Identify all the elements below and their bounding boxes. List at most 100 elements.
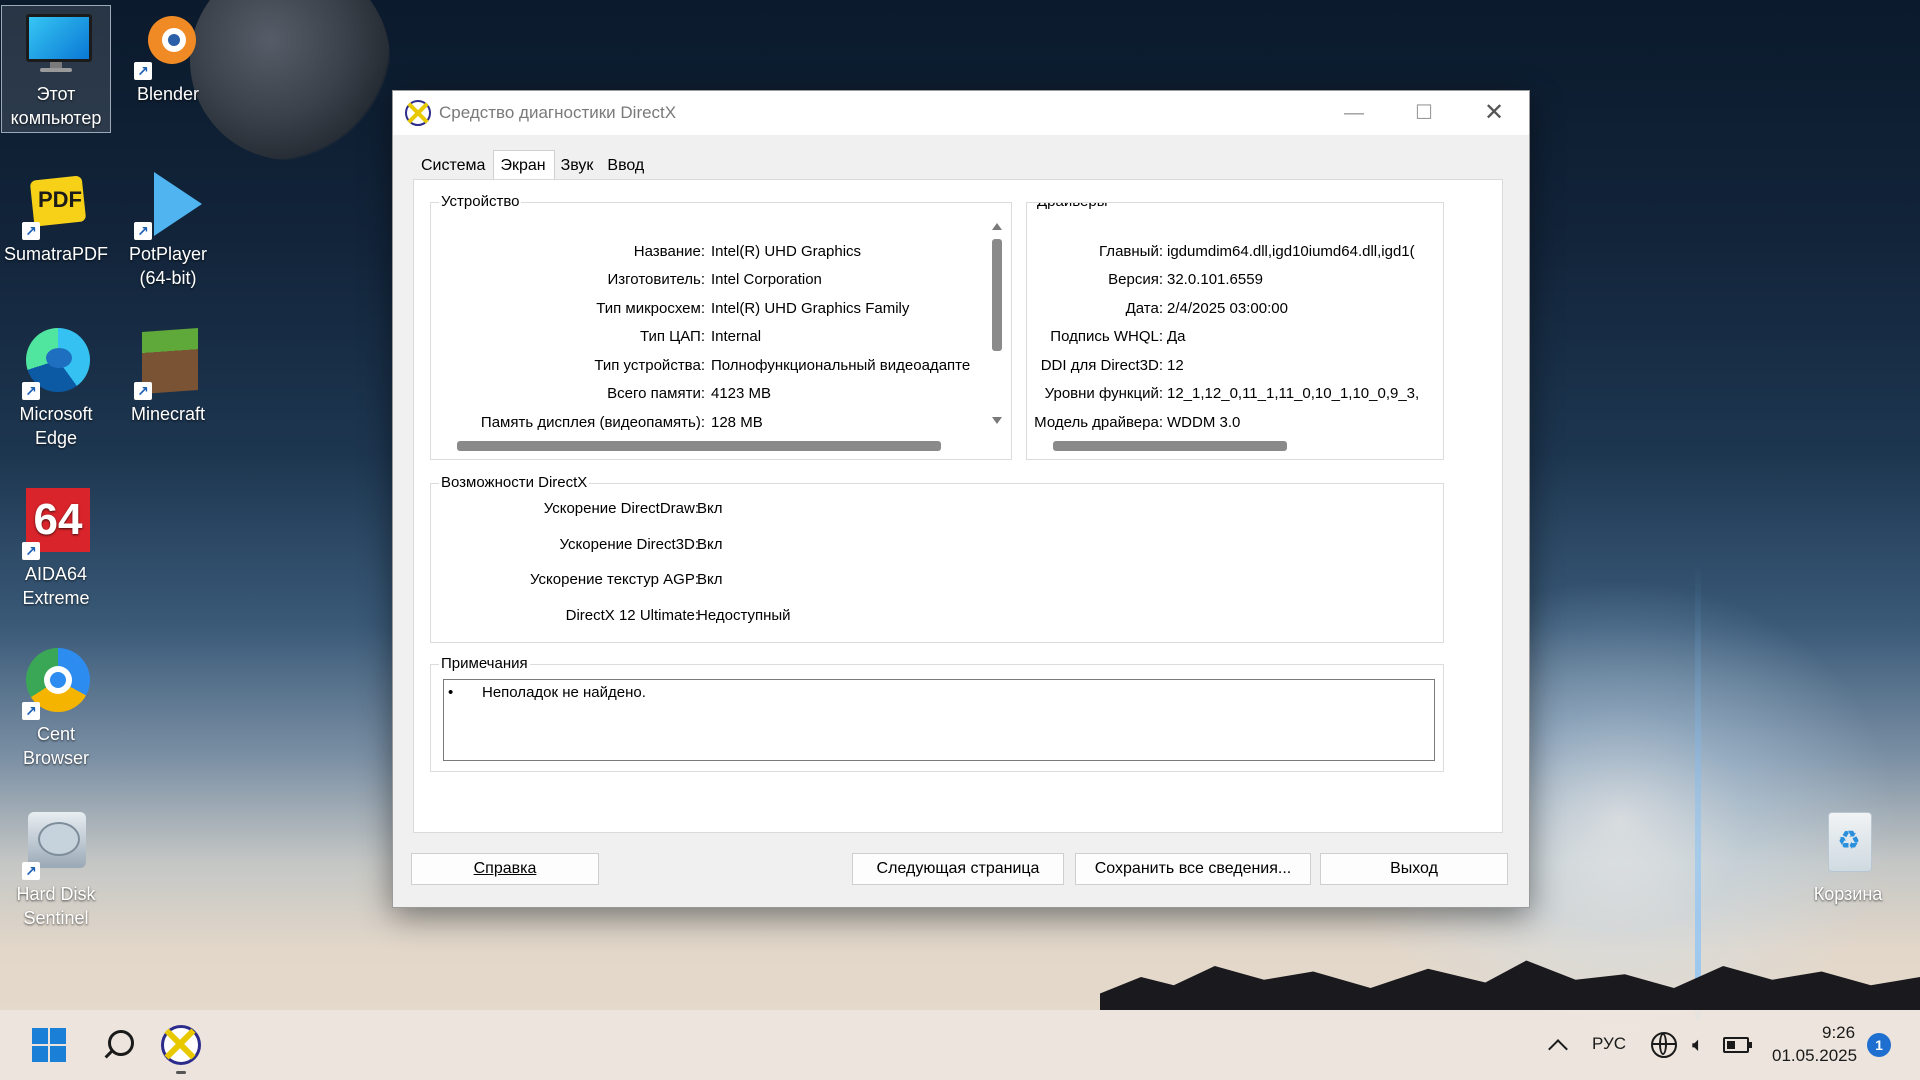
- desktop-icon-label: Microsoft Edge: [19, 404, 93, 448]
- driver-row: DDI для Direct3D: 12: [1027, 357, 1443, 381]
- device-row-label: Тип ЦАП:: [639, 328, 705, 345]
- device-horizontal-scroll-thumb[interactable]: [457, 441, 941, 451]
- driver-row-label: Дата:: [1125, 300, 1163, 317]
- running-indicator: [176, 1071, 186, 1074]
- tab-sound[interactable]: Звук: [555, 153, 602, 179]
- shortcut-arrow-icon: ↗: [134, 222, 152, 240]
- input-language-indicator[interactable]: РУС: [1592, 1034, 1626, 1054]
- windows-logo-icon: [32, 1028, 66, 1062]
- feature-row: Ускорение Direct3D: Вкл: [431, 536, 1031, 560]
- tab-system[interactable]: Система: [415, 153, 493, 179]
- driver-row: Подпись WHQL: Да: [1027, 328, 1443, 352]
- shortcut-arrow-icon: ↗: [22, 702, 40, 720]
- feature-row-value: Вкл: [697, 536, 723, 553]
- device-row-label: Всего памяти:: [607, 385, 705, 402]
- minimize-button[interactable]: —: [1319, 91, 1389, 135]
- desktop-icon-aida64[interactable]: 64 ↗ AIDA64 Extreme: [2, 486, 110, 610]
- shortcut-arrow-icon: ↗: [22, 862, 40, 880]
- scroll-up-arrow-icon[interactable]: [992, 223, 1002, 230]
- taskbar-app-dxdiag[interactable]: [158, 1010, 204, 1080]
- show-hidden-icons-button[interactable]: [1540, 1010, 1576, 1080]
- desktop-icon-label: Minecraft: [130, 404, 206, 424]
- tab-display[interactable]: Экран: [493, 150, 555, 179]
- desktop-icon-cent-browser[interactable]: ↗ Cent Browser: [2, 646, 110, 770]
- driver-row-label: Модель драйвера:: [1034, 414, 1163, 431]
- device-row-value: 4123 MB: [711, 385, 772, 402]
- next-page-button[interactable]: Следующая страница: [852, 853, 1064, 885]
- scroll-thumb[interactable]: [992, 239, 1002, 351]
- exit-button[interactable]: Выход: [1320, 853, 1508, 885]
- feature-row: Ускорение текстур AGP: Вкл: [431, 571, 1031, 595]
- search-icon: [102, 1030, 134, 1060]
- desktop-icon-recycle-bin[interactable]: ♻ Корзина: [1794, 806, 1902, 906]
- desktop-icon-label: Hard Disk Sentinel: [16, 884, 96, 928]
- potplayer-icon: ↗: [132, 166, 204, 240]
- taskbar: РУС 🔈︎ 9:26 01.05.2025 1: [0, 1010, 1920, 1080]
- notes-bullet: •: [448, 684, 454, 701]
- device-row-value: Internal: [711, 328, 762, 345]
- clock-date[interactable]: 01.05.2025: [1772, 1046, 1857, 1066]
- driver-row-label: Версия:: [1108, 271, 1163, 288]
- shortcut-arrow-icon: ↗: [22, 382, 40, 400]
- feature-row: DirectX 12 Ultimate: Недоступный: [431, 607, 1031, 631]
- monitor-icon: [20, 6, 92, 78]
- desktop-icon-label: Этот компьютер: [10, 84, 102, 128]
- device-info-list: Название: Intel(R) UHD Graphics Изготови…: [431, 233, 991, 443]
- tab-input[interactable]: Ввод: [601, 153, 652, 179]
- notification-center-button[interactable]: 1: [1864, 1010, 1894, 1080]
- device-row: Тип микросхем: Intel(R) UHD Graphics Fam…: [431, 300, 991, 324]
- device-row: Память дисплея (видеопамять): 128 MB: [431, 414, 991, 438]
- help-button[interactable]: Справка: [411, 853, 599, 885]
- display-tab-panel: Устройство Название: Intel(R) UHD Graphi…: [413, 179, 1503, 833]
- maximize-button[interactable]: ☐: [1389, 91, 1459, 135]
- driver-row: Дата: 2/4/2025 03:00:00: [1027, 300, 1443, 324]
- battery-icon: [1723, 1037, 1752, 1053]
- start-button[interactable]: [26, 1010, 72, 1080]
- desktop-icon-edge[interactable]: ↗ Microsoft Edge: [2, 326, 110, 450]
- driver-row-value: igdumdim64.dll,igd10iumd64.dll,igd1(: [1167, 243, 1415, 260]
- search-button[interactable]: [94, 1010, 140, 1080]
- device-row-label: Тип микросхем:: [596, 300, 705, 317]
- driver-row-value: 12_1,12_0,11_1,11_0,10_1,10_0,9_3,: [1167, 385, 1420, 402]
- driver-row-label: Подпись WHQL:: [1050, 328, 1163, 345]
- device-row: Название: Intel(R) UHD Graphics: [431, 243, 991, 267]
- scroll-down-arrow-icon[interactable]: [992, 417, 1002, 424]
- driver-row-value: 32.0.101.6559: [1167, 271, 1263, 288]
- drivers-group-title: Драйверы: [1035, 203, 1110, 210]
- directx-diagnostic-window: Средство диагностики DirectX — ☐ ✕ Систе…: [392, 90, 1530, 908]
- feature-row: Ускорение DirectDraw: Вкл: [431, 500, 1031, 524]
- drivers-horizontal-scroll-thumb[interactable]: [1053, 441, 1287, 451]
- notification-badge: 1: [1867, 1033, 1891, 1057]
- device-row-label: Изготовитель:: [607, 271, 706, 288]
- desktop-icon-minecraft[interactable]: ↗ Minecraft: [114, 326, 222, 426]
- desktop-icon-label: Cent Browser: [22, 724, 89, 768]
- notes-text: Неполадок не найдено.: [482, 684, 646, 701]
- sumatrapdf-icon: PDF ↗: [20, 166, 92, 240]
- device-row-value: Intel(R) UHD Graphics Family: [711, 300, 910, 317]
- feature-row-value: Вкл: [697, 571, 723, 588]
- driver-row-value: WDDM 3.0: [1167, 414, 1241, 431]
- device-row-value: 128 MB: [711, 414, 763, 431]
- battery-button[interactable]: [1720, 1010, 1752, 1080]
- title-bar[interactable]: Средство диагностики DirectX — ☐ ✕: [393, 91, 1529, 135]
- desktop-icon-potplayer[interactable]: ↗ PotPlayer (64-bit): [114, 166, 222, 290]
- save-all-info-button[interactable]: Сохранить все сведения...: [1075, 853, 1311, 885]
- desktop-icon-sumatrapdf[interactable]: PDF ↗ SumatraPDF: [2, 166, 110, 266]
- device-row-label: Память дисплея (видеопамять):: [480, 414, 705, 431]
- desktop-icon-this-pc[interactable]: Этот компьютер: [1, 5, 111, 133]
- desktop-icon-hard-disk-sentinel[interactable]: ↗ Hard Disk Sentinel: [2, 806, 110, 930]
- clock-time[interactable]: 9:26: [1822, 1023, 1855, 1043]
- globe-icon: [1651, 1032, 1677, 1058]
- driver-row: Модель драйвера: WDDM 3.0: [1027, 414, 1443, 438]
- device-vertical-scrollbar[interactable]: [989, 219, 1005, 429]
- notes-textbox[interactable]: • Неполадок не найдено.: [443, 679, 1435, 761]
- shortcut-arrow-icon: ↗: [134, 62, 152, 80]
- volume-button[interactable]: 🔈︎: [1684, 1010, 1712, 1080]
- features-list: Ускорение DirectDraw: Вкл Ускорение Dire…: [431, 500, 1031, 640]
- desktop-icon-blender[interactable]: ↗ Blender: [114, 6, 222, 106]
- close-button[interactable]: ✕: [1459, 91, 1529, 135]
- feature-row-label: Ускорение DirectDraw:: [543, 500, 699, 517]
- driver-info-list: Главный: igdumdim64.dll,igd10iumd64.dll,…: [1027, 233, 1443, 443]
- network-button[interactable]: [1648, 1010, 1680, 1080]
- driver-row-value: 12: [1167, 357, 1184, 374]
